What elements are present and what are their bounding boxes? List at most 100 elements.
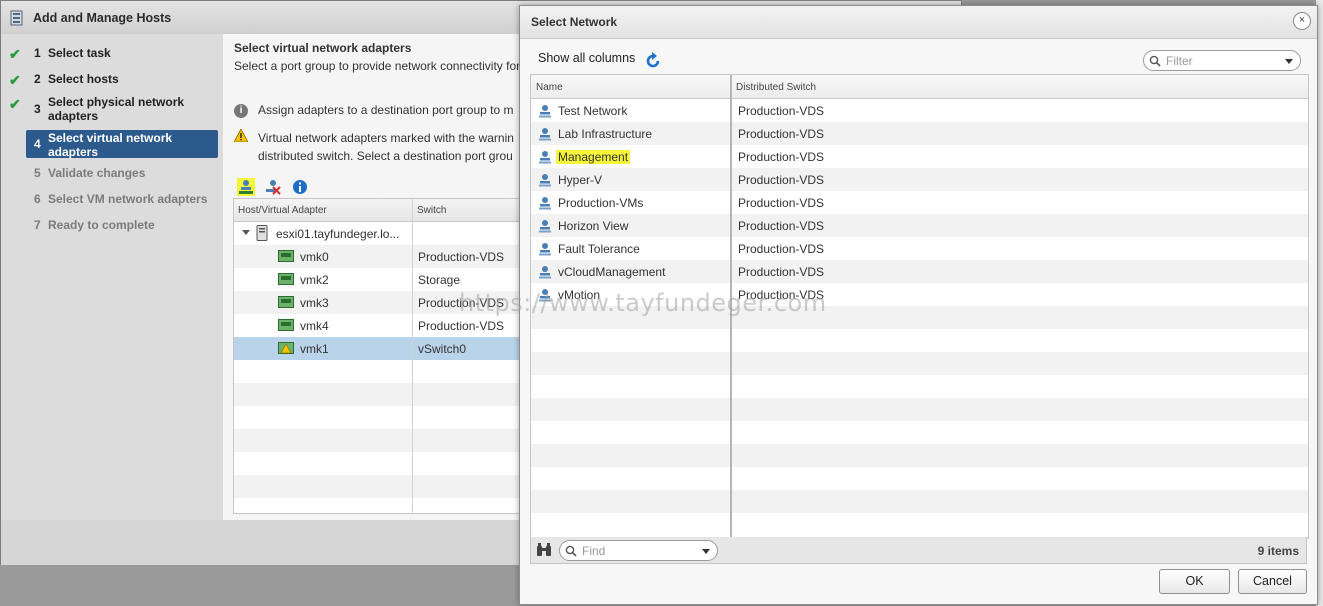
chevron-down-icon[interactable]	[1285, 59, 1293, 64]
step-number: 1	[34, 46, 41, 60]
warning-text-2: distributed switch. Select a destination…	[258, 149, 513, 163]
step-select-virtual-adapters[interactable]: 4 Select virtual network adapters	[26, 130, 218, 159]
vmkernel-adapter-icon	[278, 273, 294, 285]
network-switch: Production-VDS	[738, 219, 825, 233]
network-name: Lab Infrastructure	[558, 127, 653, 141]
column-header-distributed-switch[interactable]: Distributed Switch	[736, 82, 816, 93]
warning-message: Virtual network adapters marked with the…	[234, 129, 514, 165]
page-subtitle: Select a port group to provide network c…	[234, 59, 521, 73]
table-row[interactable]: Lab Infrastructure Production-VDS	[531, 122, 1308, 145]
filter-input[interactable]: Filter	[1143, 50, 1301, 71]
network-name-highlighted: Management	[556, 150, 631, 164]
table-row[interactable]: Horizon View Production-VDS	[531, 214, 1308, 237]
network-switch: Production-VDS	[738, 196, 825, 210]
step-label: Select physical network adapters	[48, 95, 185, 123]
adapter-switch: Production-VDS	[418, 250, 505, 264]
binoculars-icon[interactable]	[536, 543, 552, 557]
find-placeholder: Find	[582, 544, 606, 558]
check-icon: ✔	[9, 72, 21, 88]
adapter-row[interactable]: vmk4 Production-VDS	[234, 314, 534, 337]
network-switch: Production-VDS	[738, 150, 825, 164]
step-number: 2	[34, 72, 41, 86]
table-row[interactable]: Test Network Production-VDS	[531, 99, 1308, 122]
empty-row	[234, 475, 534, 498]
step-label: Ready to complete	[48, 218, 155, 232]
port-group-icon	[539, 105, 551, 118]
port-group-icon	[539, 220, 551, 233]
table-header: Name Distributed Switch	[531, 75, 1308, 99]
vmkernel-adapter-warning-icon	[278, 342, 294, 354]
column-header-adapter[interactable]: Host/Virtual Adapter	[238, 205, 327, 216]
info-text: Assign adapters to a destination port gr…	[258, 103, 514, 117]
table-row[interactable]: Production-VMs Production-VDS	[531, 191, 1308, 214]
port-group-icon	[539, 197, 551, 210]
step-number: 6	[34, 192, 41, 206]
network-name: vCloudManagement	[558, 265, 666, 279]
empty-row	[531, 398, 1308, 421]
refresh-icon[interactable]	[644, 52, 662, 70]
network-name: Fault Tolerance	[558, 242, 640, 256]
wizard-title: Add and Manage Hosts	[33, 10, 172, 25]
close-icon[interactable]: ×	[1293, 12, 1311, 30]
table-row[interactable]: Fault Tolerance Production-VDS	[531, 237, 1308, 260]
adapter-name: vmk1	[300, 342, 329, 356]
adapter-switch: Production-VDS	[418, 319, 505, 333]
filter-placeholder: Filter	[1166, 54, 1193, 68]
adapter-row[interactable]: vmk0 Production-VDS	[234, 245, 534, 268]
info-details-icon[interactable]	[291, 178, 309, 196]
search-icon	[565, 545, 577, 557]
network-name: Production-VMs	[558, 196, 644, 210]
empty-row	[531, 490, 1308, 513]
table-row[interactable]: vCloudManagement Production-VDS	[531, 260, 1308, 283]
table-footer: Find 9 items	[530, 537, 1307, 564]
host-row[interactable]: esxi01.tayfundeger.lo...	[234, 222, 534, 245]
ok-button[interactable]: OK	[1159, 569, 1230, 594]
step-select-physical-adapters[interactable]: ✔ 3 Select physical network adapters	[1, 95, 223, 125]
adapter-switch: Storage	[418, 273, 461, 287]
cancel-button[interactable]: Cancel	[1238, 569, 1307, 594]
find-input[interactable]: Find	[559, 540, 718, 561]
reset-changes-icon[interactable]	[264, 178, 282, 196]
step-label: Select VM network adapters	[48, 192, 208, 206]
search-icon	[1149, 55, 1161, 67]
adapter-name: vmk0	[300, 250, 329, 264]
show-all-columns-link[interactable]: Show all columns	[538, 51, 635, 65]
adapter-row-selected[interactable]: vmk1 vSwitch0	[234, 337, 534, 360]
grid-header: Host/Virtual Adapter Switch	[234, 199, 534, 222]
expand-caret-icon[interactable]	[242, 230, 250, 235]
assign-port-group-icon[interactable]	[237, 178, 255, 196]
warning-text: Virtual network adapters marked with the…	[258, 131, 514, 145]
empty-row	[531, 444, 1308, 467]
adapter-name: vmk3	[300, 296, 329, 310]
network-switch: Production-VDS	[738, 127, 825, 141]
network-switch: Production-VDS	[738, 242, 825, 256]
check-icon: ✔	[9, 46, 21, 62]
network-switch: Production-VDS	[738, 173, 825, 187]
item-count: 9 items	[1257, 544, 1299, 558]
adapter-row[interactable]: vmk2 Storage	[234, 268, 534, 291]
port-group-icon	[539, 174, 551, 187]
vmkernel-adapter-icon	[278, 319, 294, 331]
step-label: Select virtual network adapters	[48, 131, 173, 159]
empty-row	[531, 352, 1308, 375]
network-name: Hyper-V	[558, 173, 603, 187]
empty-row	[234, 429, 534, 452]
chevron-down-icon[interactable]	[702, 549, 710, 554]
network-switch: Production-VDS	[738, 104, 825, 118]
watermark-text: https://www.tayfundeger.com	[459, 289, 827, 317]
column-divider	[412, 199, 413, 513]
step-label: Select hosts	[48, 72, 119, 86]
column-header-name[interactable]: Name	[536, 82, 563, 93]
port-group-icon	[539, 151, 551, 164]
column-header-switch[interactable]: Switch	[417, 205, 446, 216]
table-row[interactable]: Hyper-V Production-VDS	[531, 168, 1308, 191]
port-group-icon	[539, 266, 551, 279]
step-number: 5	[34, 166, 41, 180]
host-name: esxi01.tayfundeger.lo...	[276, 227, 400, 241]
network-switch: Production-VDS	[738, 265, 825, 279]
port-group-icon	[539, 243, 551, 256]
info-message: i Assign adapters to a destination port g…	[234, 103, 514, 118]
table-row[interactable]: Management Production-VDS	[531, 145, 1308, 168]
network-name: Horizon View	[558, 219, 629, 233]
adapter-name: vmk4	[300, 319, 329, 333]
